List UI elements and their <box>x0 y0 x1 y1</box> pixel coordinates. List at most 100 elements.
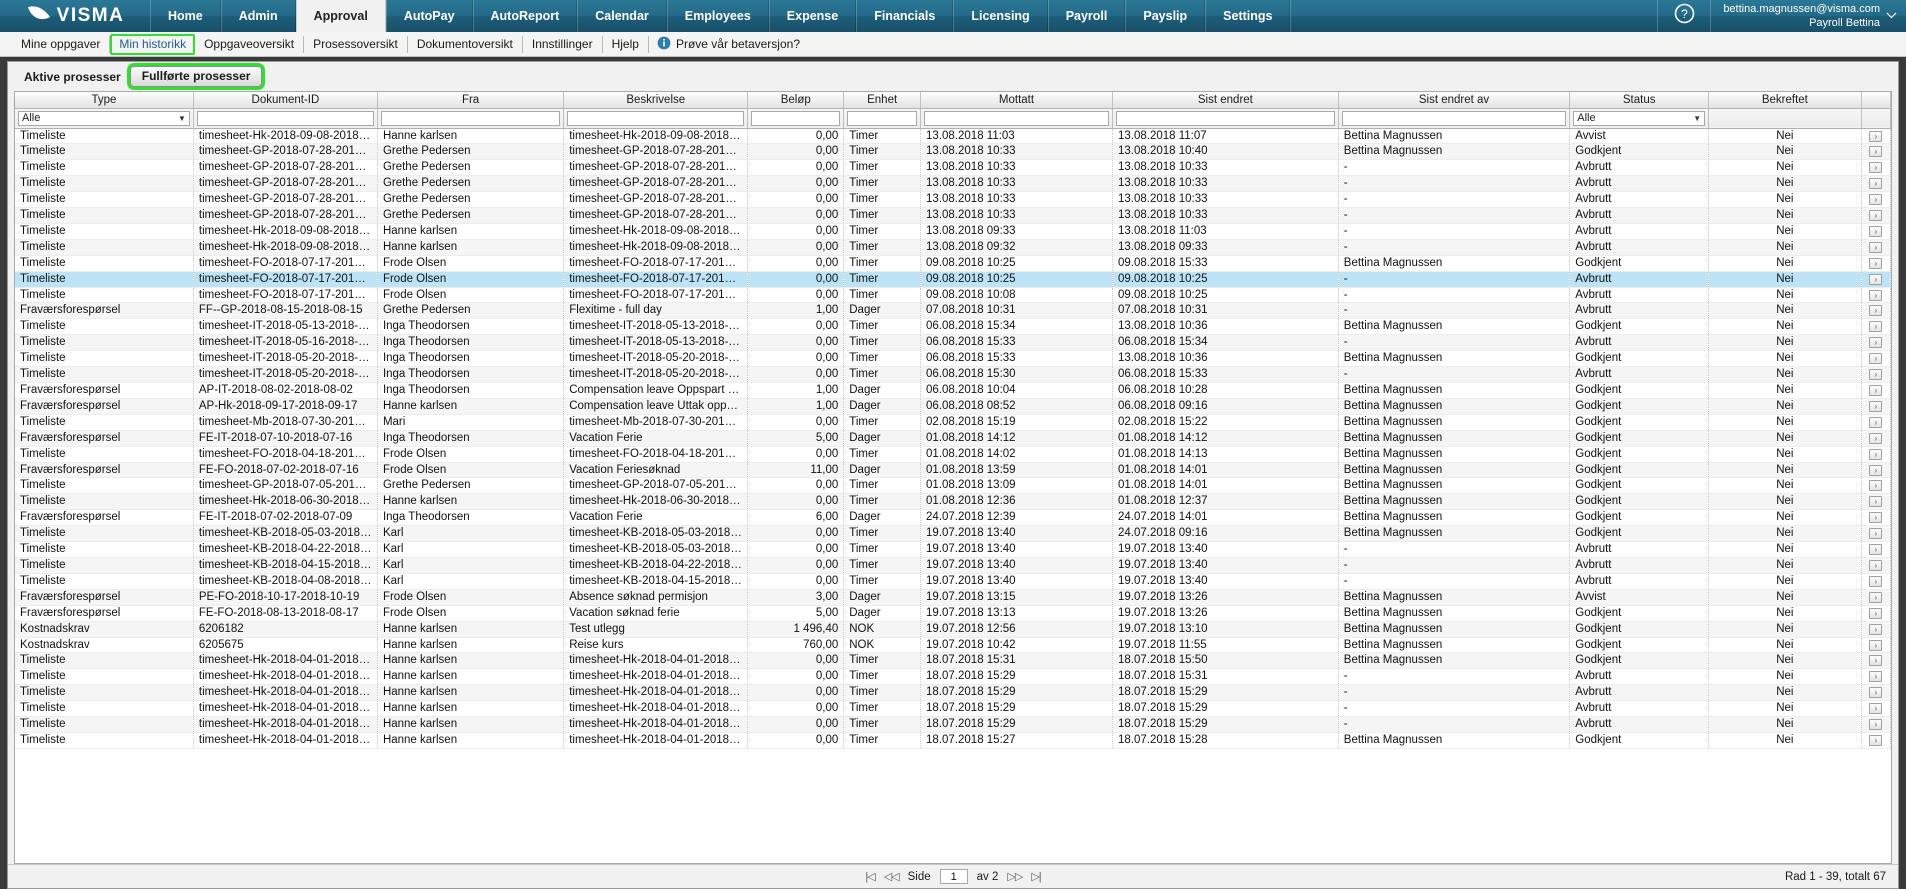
nav-tab-employees[interactable]: Employees <box>667 0 769 32</box>
cell-action[interactable]: › <box>1861 208 1890 224</box>
table-row[interactable]: Timelistetimesheet-Hk-2018-04-01-2018-06… <box>15 685 1891 701</box>
column-header-beskrivelse[interactable]: Beskrivelse <box>564 92 748 108</box>
cell-action[interactable]: › <box>1861 430 1890 446</box>
chevron-right-icon[interactable]: › <box>1869 194 1882 205</box>
chevron-right-icon[interactable]: › <box>1869 719 1882 730</box>
filter-select-status[interactable]: Alle▼ <box>1573 111 1705 126</box>
chevron-right-icon[interactable]: › <box>1869 640 1882 651</box>
subnav-item-min-historikk[interactable]: Min historikk <box>110 34 195 55</box>
chevron-right-icon[interactable]: › <box>1869 401 1882 412</box>
column-header-enhet[interactable]: Enhet <box>844 92 921 108</box>
chevron-right-icon[interactable]: › <box>1869 226 1882 237</box>
cell-action[interactable]: › <box>1861 223 1890 239</box>
cell-action[interactable]: › <box>1861 192 1890 208</box>
chevron-right-icon[interactable]: › <box>1869 449 1882 460</box>
chevron-right-icon[interactable]: › <box>1869 465 1882 476</box>
table-row[interactable]: Timelistetimesheet-FO-2018-07-17-2018-07… <box>15 287 1891 303</box>
visma-logo[interactable]: VISMA <box>0 0 150 32</box>
help-button[interactable]: ? <box>1657 0 1711 32</box>
cell-action[interactable]: › <box>1861 351 1890 367</box>
chevron-right-icon[interactable]: › <box>1869 655 1882 666</box>
column-header-mottatt[interactable]: Mottatt <box>921 92 1113 108</box>
table-row[interactable]: Timelistetimesheet-IT-2018-05-20-2018-08… <box>15 367 1891 383</box>
cell-action[interactable]: › <box>1861 685 1890 701</box>
cell-action[interactable]: › <box>1861 557 1890 573</box>
cell-action[interactable]: › <box>1861 573 1890 589</box>
table-row[interactable]: Timelistetimesheet-Hk-2018-04-01-2018-06… <box>15 732 1891 748</box>
column-header-sist_endret[interactable]: Sist endret <box>1112 92 1338 108</box>
table-row[interactable]: FraværsforespørselFE-FO-2018-08-13-2018-… <box>15 605 1891 621</box>
subnav-item-mine-oppgaver[interactable]: Mine oppgaver <box>12 36 110 53</box>
cell-action[interactable]: › <box>1861 144 1890 160</box>
chevron-right-icon[interactable]: › <box>1869 576 1882 587</box>
column-header-docid[interactable]: Dokument-ID <box>193 92 377 108</box>
table-row[interactable]: FraværsforespørselAP-IT-2018-08-02-2018-… <box>15 383 1891 399</box>
first-page-icon[interactable]: |◁ <box>865 870 874 883</box>
table-row[interactable]: Timelistetimesheet-Hk-2018-09-08-2018-09… <box>15 239 1891 255</box>
chevron-right-icon[interactable]: › <box>1869 735 1882 746</box>
cell-action[interactable]: › <box>1861 255 1890 271</box>
cell-action[interactable]: › <box>1861 526 1890 542</box>
filter-input-docid[interactable] <box>197 111 374 126</box>
cell-action[interactable]: › <box>1861 701 1890 717</box>
chevron-right-icon[interactable]: › <box>1869 560 1882 571</box>
chevron-right-icon[interactable]: › <box>1869 353 1882 364</box>
cell-action[interactable]: › <box>1861 542 1890 558</box>
cell-action[interactable]: › <box>1861 414 1890 430</box>
chevron-right-icon[interactable]: › <box>1869 290 1882 301</box>
chevron-right-icon[interactable]: › <box>1869 178 1882 189</box>
cell-action[interactable]: › <box>1861 335 1890 351</box>
nav-tab-home[interactable]: Home <box>150 0 221 32</box>
page-number-input[interactable] <box>940 869 968 884</box>
prev-page-icon[interactable]: ◁◁ <box>884 870 899 883</box>
table-row[interactable]: Timelistetimesheet-Hk-2018-04-01-2018-06… <box>15 701 1891 717</box>
chevron-right-icon[interactable]: › <box>1869 608 1882 619</box>
filter-input-belop[interactable] <box>751 111 840 126</box>
cell-action[interactable]: › <box>1861 669 1890 685</box>
chevron-right-icon[interactable]: › <box>1869 528 1882 539</box>
table-row[interactable]: Timelistetimesheet-GP-2018-07-05-2018-07… <box>15 478 1891 494</box>
column-header-status[interactable]: Status <box>1570 92 1709 108</box>
nav-tab-autoreport[interactable]: AutoReport <box>473 0 578 32</box>
chevron-right-icon[interactable]: › <box>1869 305 1882 316</box>
chevron-right-icon[interactable]: › <box>1869 385 1882 396</box>
nav-tab-financials[interactable]: Financials <box>856 0 953 32</box>
table-row[interactable]: Timelistetimesheet-Hk-2018-09-08-2018-09… <box>15 128 1891 144</box>
subnav-item-innstillinger[interactable]: Innstillinger <box>523 36 603 53</box>
chevron-right-icon[interactable]: › <box>1869 480 1882 491</box>
table-row[interactable]: Kostnadskrav6205675Hanne karlsenReise ku… <box>15 637 1891 653</box>
cell-action[interactable]: › <box>1861 446 1890 462</box>
chevron-right-icon[interactable]: › <box>1869 592 1882 603</box>
table-row[interactable]: Timelistetimesheet-KB-2018-04-08-2018-07… <box>15 573 1891 589</box>
nav-tab-autopay[interactable]: AutoPay <box>386 0 473 32</box>
nav-tab-approval[interactable]: Approval <box>296 0 386 32</box>
filter-input-sist_endret[interactable] <box>1116 111 1335 126</box>
subnav-item-prosessoversikt[interactable]: Prosessoversikt <box>304 36 408 53</box>
chevron-right-icon[interactable]: › <box>1869 146 1882 157</box>
table-row[interactable]: FraværsforespørselFE-IT-2018-07-02-2018-… <box>15 510 1891 526</box>
column-header-action[interactable] <box>1861 92 1890 108</box>
cell-action[interactable]: › <box>1861 494 1890 510</box>
chevron-right-icon[interactable]: › <box>1869 544 1882 555</box>
chevron-right-icon[interactable]: › <box>1869 337 1882 348</box>
table-row[interactable]: Timelistetimesheet-IT-2018-05-16-2018-08… <box>15 335 1891 351</box>
table-row[interactable]: Timelistetimesheet-GP-2018-07-28-2018-07… <box>15 208 1891 224</box>
chevron-right-icon[interactable]: › <box>1869 210 1882 221</box>
table-row[interactable]: Timelistetimesheet-Mb-2018-07-30-2018-07… <box>15 414 1891 430</box>
table-row[interactable]: FraværsforespørselFF--GP-2018-08-15-2018… <box>15 303 1891 319</box>
cell-action[interactable]: › <box>1861 176 1890 192</box>
chevron-right-icon[interactable]: › <box>1869 162 1882 173</box>
column-header-sist_endret_av[interactable]: Sist endret av <box>1338 92 1569 108</box>
cell-action[interactable]: › <box>1861 637 1890 653</box>
active-processes-label[interactable]: Aktive prosesser <box>24 70 121 84</box>
table-row[interactable]: Timelistetimesheet-KB-2018-04-15-2018-07… <box>15 557 1891 573</box>
table-row[interactable]: Timelistetimesheet-GP-2018-07-28-2018-07… <box>15 160 1891 176</box>
cell-action[interactable]: › <box>1861 160 1890 176</box>
nav-tab-settings[interactable]: Settings <box>1205 0 1290 32</box>
chevron-right-icon[interactable]: › <box>1869 433 1882 444</box>
nav-tab-calendar[interactable]: Calendar <box>577 0 667 32</box>
subnav-item-dokumentoversikt[interactable]: Dokumentoversikt <box>408 36 523 53</box>
filter-select-type[interactable]: Alle▼ <box>18 111 190 126</box>
table-row[interactable]: FraværsforespørselAP-Hk-2018-09-17-2018-… <box>15 398 1891 414</box>
cell-action[interactable]: › <box>1861 319 1890 335</box>
